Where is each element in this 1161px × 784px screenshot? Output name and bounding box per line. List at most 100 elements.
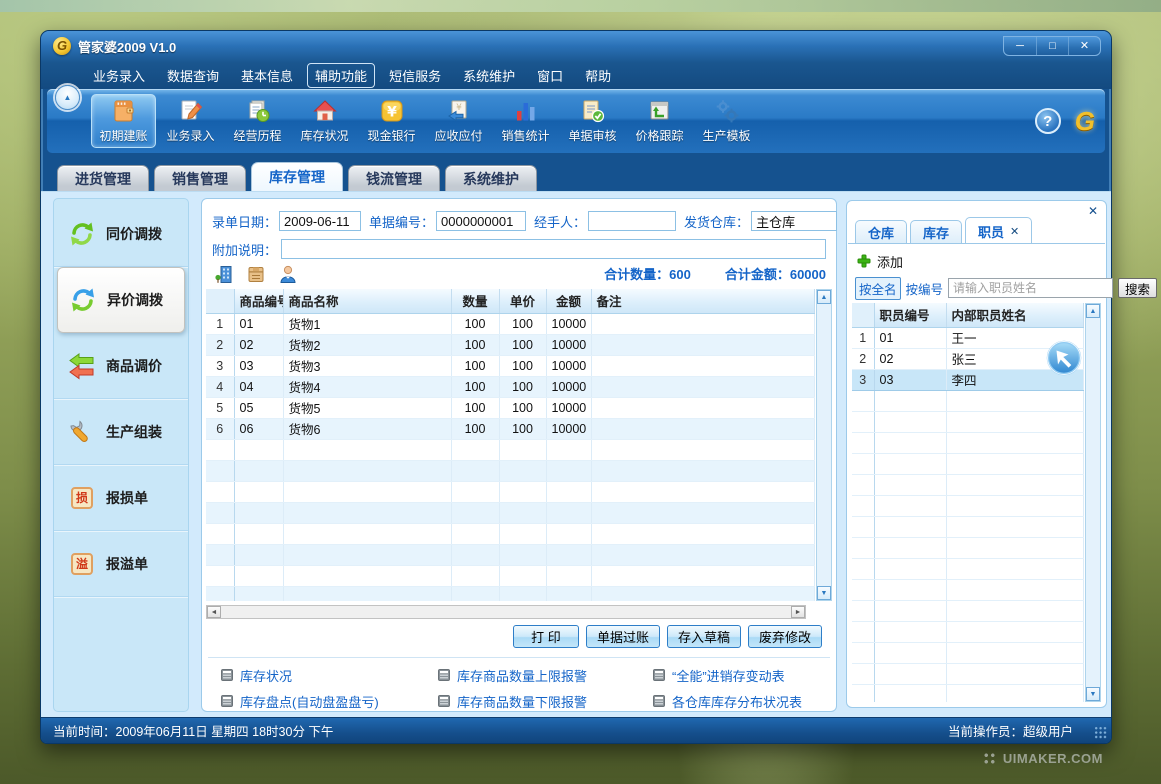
scroll-up-icon[interactable]: ▲ bbox=[817, 290, 831, 304]
sidebar-item-5[interactable]: 溢报溢单 bbox=[54, 531, 188, 597]
sidebar-item-0[interactable]: 同价调拨 bbox=[54, 201, 188, 267]
empty-cell bbox=[451, 439, 499, 460]
employee-icon[interactable] bbox=[278, 264, 298, 284]
toolbar-button-7[interactable]: 单据审核 bbox=[560, 94, 625, 148]
empty-row bbox=[852, 642, 1084, 663]
items-cell bbox=[591, 313, 815, 334]
empty-cell bbox=[206, 565, 234, 586]
report-link-1-1[interactable]: 库存商品数量下限报警 bbox=[437, 692, 652, 711]
company-icon[interactable] bbox=[214, 264, 234, 284]
sidebar-item-3[interactable]: 生产组装 bbox=[54, 399, 188, 465]
report-link-1-2[interactable]: 各仓库库存分布状况表 bbox=[652, 692, 830, 711]
table-row[interactable]: 202货物210010010000 bbox=[206, 334, 815, 355]
tab-4[interactable]: 系统维护 bbox=[445, 165, 537, 191]
scroll-down-icon[interactable]: ▼ bbox=[1086, 687, 1100, 701]
scroll-left-icon[interactable]: ◄ bbox=[207, 606, 221, 618]
toolbar-button-8[interactable]: 价格跟踪 bbox=[627, 94, 692, 148]
items-vertical-scrollbar[interactable]: ▲ ▼ bbox=[816, 289, 832, 601]
toolbar-button-4[interactable]: ¥现金银行 bbox=[359, 94, 424, 148]
toolbar-button-6[interactable]: 销售统计 bbox=[493, 94, 558, 148]
resize-grip[interactable] bbox=[1094, 726, 1107, 739]
lookup-tab-1[interactable]: 库存 bbox=[910, 220, 962, 244]
sidebar-item-2[interactable]: 商品调价 bbox=[54, 333, 188, 399]
staff-row[interactable]: 303李四 bbox=[852, 369, 1084, 390]
product-icon[interactable] bbox=[246, 264, 266, 284]
report-link-0-0[interactable]: 库存状况 bbox=[220, 666, 437, 685]
add-button[interactable]: 添加 bbox=[857, 251, 903, 271]
sidebar-item-4[interactable]: 损报损单 bbox=[54, 465, 188, 531]
collapse-toolbar-button[interactable]: ▲ bbox=[55, 85, 80, 110]
toolbar-button-0[interactable]: 初期建账 bbox=[91, 94, 156, 148]
staff-row[interactable]: 202张三 bbox=[852, 348, 1084, 369]
staff-row[interactable]: 101王一 bbox=[852, 327, 1084, 348]
tab-3[interactable]: 钱流管理 bbox=[348, 165, 440, 191]
minimize-button[interactable]: ─ bbox=[1004, 37, 1036, 55]
table-row[interactable]: 101货物110010010000 bbox=[206, 313, 815, 334]
staff-vertical-scrollbar[interactable]: ▲ ▼ bbox=[1085, 303, 1101, 702]
empty-cell bbox=[852, 558, 874, 579]
menu-item-1[interactable]: 数据查询 bbox=[159, 63, 227, 88]
lookup-tab-0[interactable]: 仓库 bbox=[855, 220, 907, 244]
toolbar-button-5[interactable]: ¥应收应付 bbox=[426, 94, 491, 148]
empty-cell bbox=[852, 621, 874, 642]
items-horizontal-scrollbar[interactable]: ◄ ► bbox=[206, 605, 806, 619]
empty-cell bbox=[206, 502, 234, 523]
tab-2[interactable]: 库存管理 bbox=[251, 162, 343, 191]
handler-input[interactable] bbox=[588, 211, 676, 231]
filter-by-name-button[interactable]: 按全名 bbox=[855, 277, 901, 300]
order-date-input[interactable] bbox=[279, 211, 361, 231]
lookup-tab-2[interactable]: 职员✕ bbox=[965, 217, 1032, 244]
menu-item-3[interactable]: 辅助功能 bbox=[307, 63, 375, 88]
action-button-3[interactable]: 废弃修改 bbox=[748, 625, 822, 648]
note-input[interactable] bbox=[281, 239, 826, 259]
toolbar-button-label: 经营历程 bbox=[233, 127, 281, 144]
items-cell: 06 bbox=[234, 418, 283, 439]
lookup-panel: ✕ 仓库库存职员✕ 添加 按全名 按编号 搜索 职员编号内部职员姓名101王一2… bbox=[846, 200, 1107, 708]
menu-item-4[interactable]: 短信服务 bbox=[381, 63, 449, 88]
empty-row bbox=[206, 565, 815, 586]
report-link-1-0[interactable]: 库存盘点(自动盘盈盘亏) bbox=[220, 692, 437, 711]
menu-item-7[interactable]: 帮助 bbox=[577, 63, 619, 88]
toolbar-button-3[interactable]: 库存状况 bbox=[292, 94, 357, 148]
tab-0[interactable]: 进货管理 bbox=[57, 165, 149, 191]
action-button-0[interactable]: 打 印 bbox=[513, 625, 579, 648]
tab-1[interactable]: 销售管理 bbox=[154, 165, 246, 191]
ship-warehouse-input[interactable] bbox=[751, 211, 837, 231]
overflow-stamp-icon: 溢 bbox=[68, 550, 96, 578]
report-link-0-1[interactable]: 库存商品数量上限报警 bbox=[437, 666, 652, 685]
table-row[interactable]: 505货物510010010000 bbox=[206, 397, 815, 418]
empty-cell bbox=[451, 565, 499, 586]
close-button[interactable]: ✕ bbox=[1068, 37, 1100, 55]
menu-item-6[interactable]: 窗口 bbox=[529, 63, 571, 88]
toolbar-button-1[interactable]: 业务录入 bbox=[158, 94, 223, 148]
empty-cell bbox=[874, 684, 946, 702]
items-column-header: 金额 bbox=[546, 289, 591, 313]
staff-search-input[interactable] bbox=[948, 278, 1113, 298]
report-link-0-2[interactable]: “全能”进销存变动表 bbox=[652, 666, 830, 685]
action-button-1[interactable]: 单据过账 bbox=[586, 625, 660, 648]
doc-number-input[interactable] bbox=[436, 211, 526, 231]
empty-cell bbox=[499, 586, 546, 601]
search-button[interactable]: 搜索 bbox=[1118, 278, 1157, 298]
scroll-up-icon[interactable]: ▲ bbox=[1086, 304, 1100, 318]
action-button-2[interactable]: 存入草稿 bbox=[667, 625, 741, 648]
table-row[interactable]: 303货物310010010000 bbox=[206, 355, 815, 376]
help-icon[interactable]: ? bbox=[1035, 108, 1061, 134]
sidebar-item-1[interactable]: 异价调拨 bbox=[57, 267, 185, 333]
maximize-button[interactable]: □ bbox=[1036, 37, 1068, 55]
tab-close-icon[interactable]: ✕ bbox=[1010, 225, 1019, 238]
menu-item-2[interactable]: 基本信息 bbox=[233, 63, 301, 88]
table-row[interactable]: 404货物410010010000 bbox=[206, 376, 815, 397]
menu-item-5[interactable]: 系统维护 bbox=[455, 63, 523, 88]
menu-item-0[interactable]: 业务录入 bbox=[85, 63, 153, 88]
items-cell: 10000 bbox=[546, 418, 591, 439]
toolbar-button-9[interactable]: 生产模板 bbox=[694, 94, 759, 148]
scroll-right-icon[interactable]: ► bbox=[791, 606, 805, 618]
scroll-down-icon[interactable]: ▼ bbox=[817, 586, 831, 600]
panel-close-icon[interactable]: ✕ bbox=[1088, 204, 1098, 218]
toolbar-button-2[interactable]: 经营历程 bbox=[225, 94, 290, 148]
empty-cell bbox=[874, 642, 946, 663]
filter-by-code-button[interactable]: 按编号 bbox=[906, 279, 944, 298]
title-bar[interactable]: G 管家婆2009 V1.0 ─□✕ bbox=[41, 31, 1111, 61]
table-row[interactable]: 606货物610010010000 bbox=[206, 418, 815, 439]
